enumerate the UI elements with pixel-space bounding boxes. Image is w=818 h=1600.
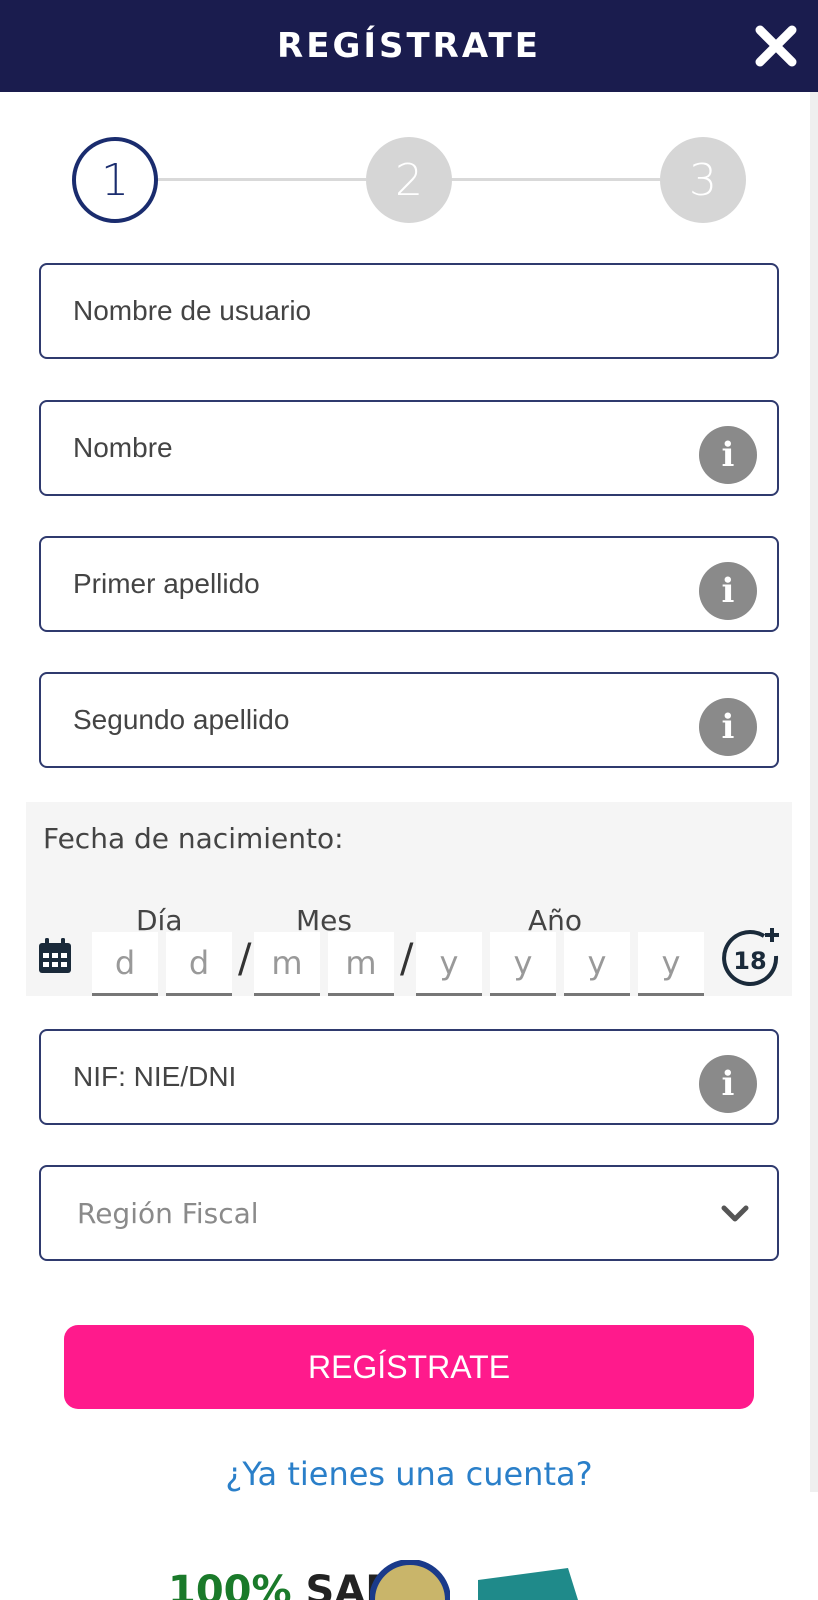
certificate-badge-icon bbox=[478, 1568, 578, 1600]
calendar-icon[interactable] bbox=[38, 938, 72, 974]
birthdate-section: Fecha de nacimiento: Día Mes Año d d / m… bbox=[26, 802, 792, 996]
info-icon[interactable]: i bbox=[699, 562, 757, 620]
birthdate-title: Fecha de nacimiento: bbox=[43, 822, 344, 855]
name-input[interactable] bbox=[73, 432, 673, 464]
progress-stepper: 1 2 3 bbox=[72, 137, 746, 223]
header-bar: REGÍSTRATE bbox=[0, 0, 818, 92]
svg-text:18: 18 bbox=[733, 947, 766, 975]
date-separator: / bbox=[400, 936, 414, 982]
close-icon[interactable] bbox=[752, 22, 800, 70]
badge-percent: 100% bbox=[168, 1568, 292, 1600]
month-digit-1[interactable]: m bbox=[254, 932, 320, 996]
region-select[interactable]: Región Fiscal bbox=[39, 1165, 779, 1261]
nif-input[interactable] bbox=[73, 1061, 673, 1093]
month-digit-2[interactable]: m bbox=[328, 932, 394, 996]
step-connector bbox=[152, 178, 366, 181]
second-surname-input[interactable] bbox=[73, 704, 673, 736]
register-button[interactable]: REGÍSTRATE bbox=[64, 1325, 754, 1409]
first-surname-input[interactable] bbox=[73, 568, 673, 600]
first-surname-field[interactable]: i bbox=[39, 536, 779, 632]
info-icon[interactable]: i bbox=[699, 426, 757, 484]
login-link[interactable]: ¿Ya tienes una cuenta? bbox=[0, 1455, 818, 1493]
second-surname-field[interactable]: i bbox=[39, 672, 779, 768]
chevron-down-icon bbox=[721, 1205, 749, 1222]
region-select-value: Región Fiscal bbox=[77, 1196, 259, 1230]
seal-badge-icon bbox=[370, 1560, 450, 1600]
step-3: 3 bbox=[660, 137, 746, 223]
year-digit-4[interactable]: y bbox=[638, 932, 704, 996]
date-separator: / bbox=[238, 936, 252, 982]
age-18-plus-icon: 18 bbox=[722, 928, 779, 986]
year-digit-1[interactable]: y bbox=[416, 932, 482, 996]
step-1: 1 bbox=[72, 137, 158, 223]
year-digit-2[interactable]: y bbox=[490, 932, 556, 996]
username-field[interactable] bbox=[39, 263, 779, 359]
day-digit-1[interactable]: d bbox=[92, 932, 158, 996]
info-icon[interactable]: i bbox=[699, 698, 757, 756]
nif-field[interactable]: i bbox=[39, 1029, 779, 1125]
page-title: REGÍSTRATE bbox=[277, 26, 541, 66]
scrollbar[interactable] bbox=[810, 92, 818, 1492]
username-input[interactable] bbox=[73, 295, 673, 327]
info-icon[interactable]: i bbox=[699, 1055, 757, 1113]
day-digit-2[interactable]: d bbox=[166, 932, 232, 996]
year-digit-3[interactable]: y bbox=[564, 932, 630, 996]
step-2: 2 bbox=[366, 137, 452, 223]
name-field[interactable]: i bbox=[39, 400, 779, 496]
step-connector bbox=[446, 178, 660, 181]
trust-badges: 100% SAFE bbox=[160, 1560, 660, 1600]
